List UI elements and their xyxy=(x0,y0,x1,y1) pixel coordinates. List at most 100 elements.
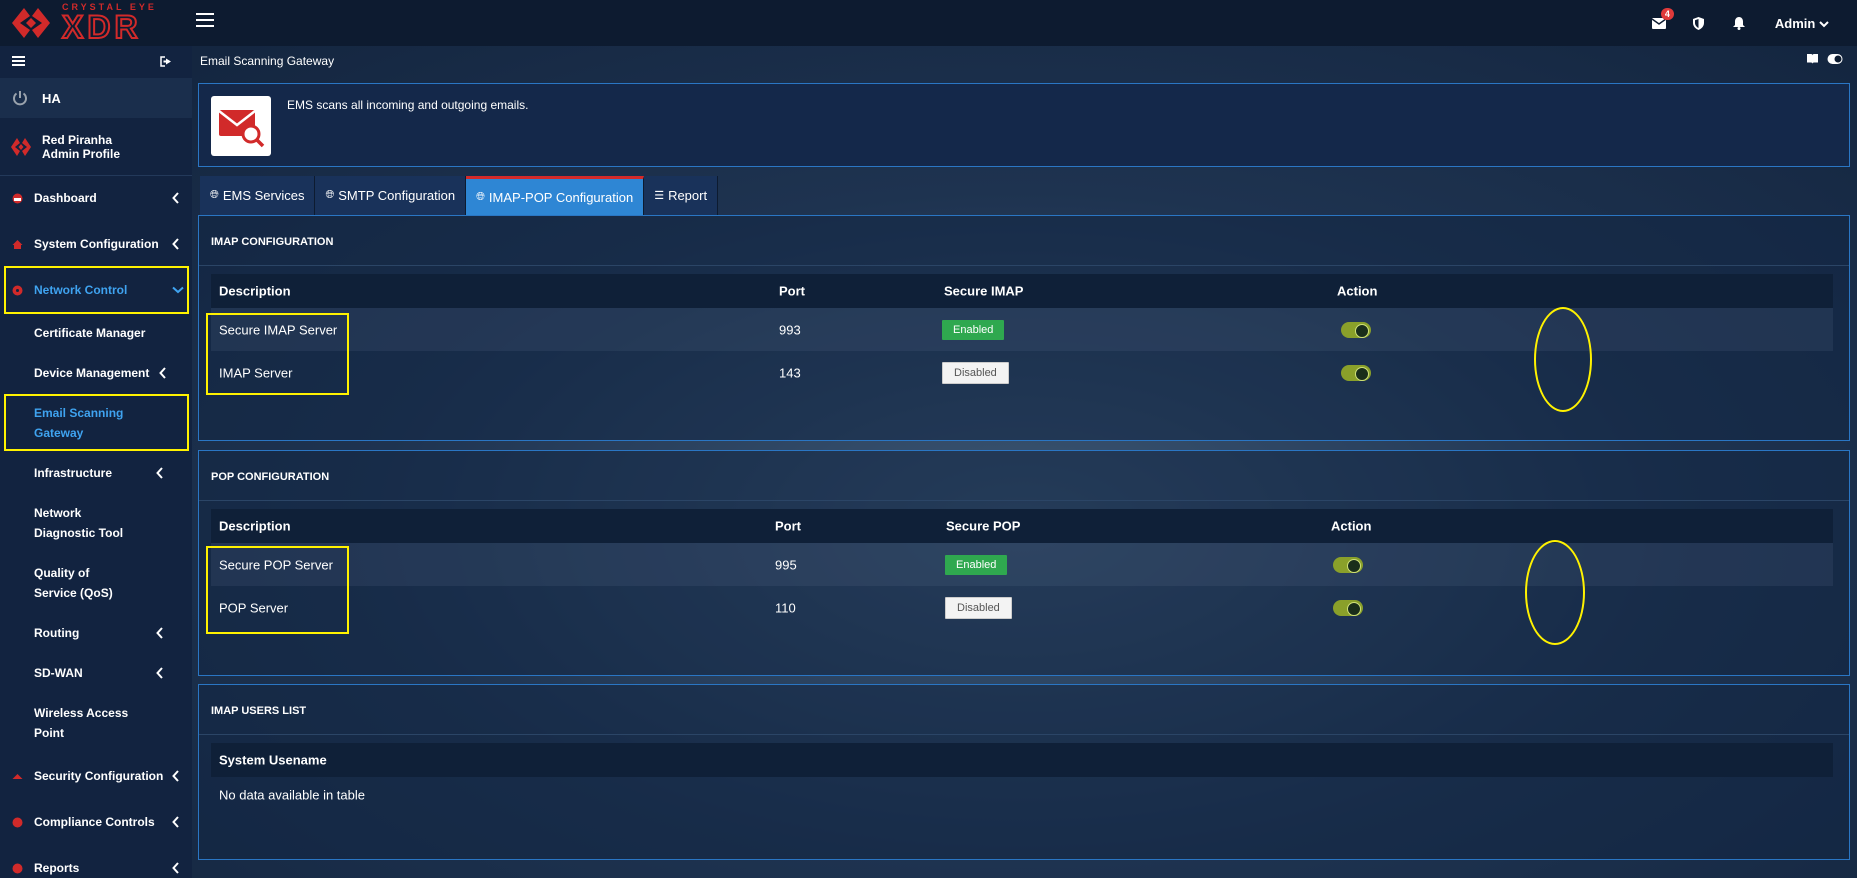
column-header-secure-pop: Secure POP xyxy=(946,518,1021,534)
sidebar-subitem-label: Quality of Service (QoS) xyxy=(34,566,113,600)
tab-label: IMAP-POP Configuration xyxy=(488,189,634,205)
users-table-header: System Usename xyxy=(211,743,1833,777)
sidebar-subitem-infrastructure[interactable]: Infrastructure xyxy=(34,463,184,483)
empty-row: No data available in table xyxy=(211,777,1833,813)
empty-table-message: No data available in table xyxy=(219,787,365,803)
compliance-icon xyxy=(12,817,23,827)
sidebar-item-label: Dashboard xyxy=(34,191,97,205)
sidebar-subitem-label: Network Diagnostic Tool xyxy=(34,506,124,540)
crystal-eye-logo[interactable]: CRYSTAL EYE XDR xyxy=(8,0,168,46)
secure-imap-toggle[interactable] xyxy=(1341,321,1371,338)
sidebar-subitem-certificate-manager[interactable]: Certificate Manager xyxy=(34,323,184,343)
security-icon xyxy=(12,773,23,779)
row-port: 143 xyxy=(779,365,801,380)
column-header-action: Action xyxy=(1331,518,1372,534)
chevron-down-icon xyxy=(1819,20,1829,27)
column-header-secure-imap: Secure IMAP xyxy=(944,283,1024,299)
sidebar-item-reports[interactable]: Reports xyxy=(0,858,192,878)
power-icon xyxy=(13,91,27,106)
sidebar-subitem-device-management[interactable]: Device Management xyxy=(34,363,184,383)
sidebar: HA Red Piranha Admin Profile xyxy=(0,46,192,878)
sidebar-item-label: Security Configuration xyxy=(34,769,164,783)
sidebar-item-label: System Configuration xyxy=(34,237,159,251)
chevron-left-icon xyxy=(156,667,163,679)
mail-count-badge: 4 xyxy=(1660,7,1674,20)
logo-title: XDR xyxy=(61,8,142,46)
reports-icon xyxy=(12,863,23,873)
status-badge: Enabled xyxy=(942,319,1005,340)
divider xyxy=(199,734,1849,735)
logo-mark-icon xyxy=(12,8,50,38)
sidebar-subitem-wireless-access-point[interactable]: Wireless Access Point xyxy=(34,703,134,743)
divider xyxy=(199,500,1849,501)
chevron-left-icon xyxy=(159,367,166,379)
info-panel: EMS scans all incoming and outgoing emai… xyxy=(198,83,1850,167)
status-badge: Enabled xyxy=(945,554,1008,575)
pop-table-header: Description Port Secure POP Action xyxy=(211,509,1833,543)
profile-name: Red Piranha xyxy=(42,132,113,147)
profile-logo-icon xyxy=(11,137,31,156)
sidebar-item-label: Reports xyxy=(34,861,80,875)
divider xyxy=(199,265,1849,266)
email-scanning-highlight xyxy=(4,394,189,451)
chevron-left-icon xyxy=(156,467,163,479)
book-icon[interactable] xyxy=(1806,53,1819,65)
email-scan-icon xyxy=(211,96,271,156)
tab-report[interactable]: ☰ Report xyxy=(644,176,719,215)
tab-smtp-configuration[interactable]: 🌐︎ SMTP Configuration xyxy=(315,176,467,215)
toggle-view-icon[interactable] xyxy=(1827,53,1843,65)
sidebar-item-compliance-controls[interactable]: Compliance Controls xyxy=(0,812,192,832)
mail-button[interactable]: 4 xyxy=(1639,7,1679,29)
pop-toggle[interactable] xyxy=(1333,599,1363,616)
sign-out-icon[interactable] xyxy=(160,56,172,67)
column-header-port: Port xyxy=(779,283,805,299)
shield-icon xyxy=(1693,16,1705,30)
user-name: Admin xyxy=(1774,15,1816,31)
tab-bar: 🌐︎ EMS Services 🌐︎ SMTP Configuration 🌐︎… xyxy=(200,176,719,215)
imap-users-panel: IMAP USERS LIST System Usename No data a… xyxy=(198,684,1850,860)
profile-role: Admin Profile xyxy=(42,146,121,161)
house-icon xyxy=(12,239,23,249)
tab-ems-services[interactable]: 🌐︎ EMS Services xyxy=(200,176,316,215)
column-header-description: Description xyxy=(219,283,291,299)
imap-toggle[interactable] xyxy=(1341,364,1371,381)
status-badge: Disabled xyxy=(942,361,1009,384)
ha-item[interactable]: HA xyxy=(0,78,192,118)
chevron-left-icon xyxy=(172,192,179,204)
sidebar-subitem-label: Wireless Access Point xyxy=(34,706,129,740)
column-header-system-username: System Usename xyxy=(219,752,327,768)
sidebar-item-security-configuration[interactable]: Security Configuration xyxy=(0,766,192,786)
bell-icon xyxy=(1732,16,1745,30)
sidebar-subitem-routing[interactable]: Routing xyxy=(34,623,184,643)
sidebar-subitem-label: Device Management xyxy=(34,366,150,380)
sidebar-item-dashboard[interactable]: Dashboard xyxy=(0,188,192,208)
users-panel-title: IMAP USERS LIST xyxy=(211,705,307,717)
status-badge: Disabled xyxy=(945,596,1012,619)
chevron-left-icon xyxy=(172,238,179,250)
sidebar-subitem-sd-wan[interactable]: SD-WAN xyxy=(34,663,184,683)
info-description: EMS scans all incoming and outgoing emai… xyxy=(287,98,529,112)
pop-panel-title: POP CONFIGURATION xyxy=(211,471,330,483)
globe-icon: 🌐︎ xyxy=(325,189,335,201)
sidebar-item-system-configuration[interactable]: System Configuration xyxy=(0,234,192,254)
chevron-left-icon xyxy=(172,770,179,782)
user-menu[interactable]: Admin xyxy=(1759,16,1857,31)
top-bar: CRYSTAL EYE XDR 4 Admin xyxy=(0,0,1857,46)
secure-pop-toggle[interactable] xyxy=(1333,556,1363,573)
sidebar-menu-icon[interactable] xyxy=(12,56,25,68)
pop-rows-highlight xyxy=(206,546,349,634)
tab-label: EMS Services xyxy=(222,188,305,203)
sidebar-subitem-qos[interactable]: Quality of Service (QoS) xyxy=(34,563,134,603)
chevron-left-icon xyxy=(156,627,163,639)
sidebar-subitem-network-diagnostic-tool[interactable]: Network Diagnostic Tool xyxy=(34,503,144,543)
table-row: POP Server 110 Disabled xyxy=(211,586,1833,629)
shield-button[interactable] xyxy=(1679,16,1719,30)
network-control-highlight xyxy=(4,266,189,314)
user-profile[interactable]: Red Piranha Admin Profile xyxy=(0,118,192,176)
imap-panel-title: IMAP CONFIGURATION xyxy=(211,236,334,248)
notifications-button[interactable] xyxy=(1719,16,1759,30)
chevron-left-icon xyxy=(172,862,179,874)
menu-toggle-icon[interactable] xyxy=(196,13,214,31)
tab-imap-pop-configuration[interactable]: 🌐︎ IMAP-POP Configuration xyxy=(466,176,645,215)
globe-icon: 🌐︎ xyxy=(210,189,219,201)
